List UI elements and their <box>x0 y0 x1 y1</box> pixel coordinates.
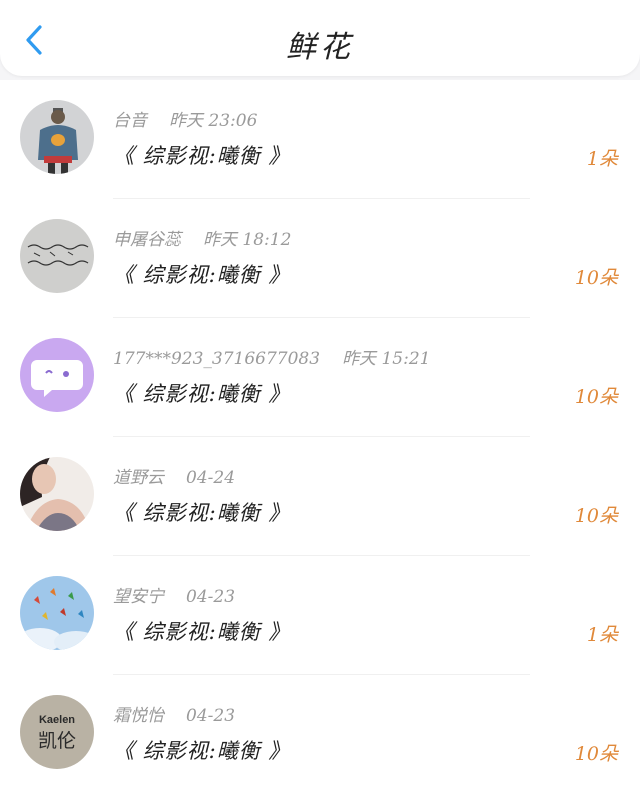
user-avatar[interactable]: Kaelen 凯伦 <box>20 695 94 769</box>
sender-meta: 道野云 04-24 <box>113 463 235 488</box>
list-item[interactable]: 台音 昨天 23:06 《 综影视:曦衡 》 1朵 <box>0 80 640 199</box>
page-title: 鲜花 <box>286 30 354 65</box>
sent-time: 04-24 <box>186 468 236 488</box>
avatar-image: Kaelen 凯伦 <box>20 695 94 769</box>
flower-list: 台音 昨天 23:06 《 综影视:曦衡 》 1朵 申屠谷蕊 昨天 18:12 《 … <box>0 80 640 786</box>
top-bar: 鲜花 <box>0 0 640 76</box>
sent-time: 04-23 <box>186 706 236 726</box>
flower-count: 10朵 <box>574 505 618 527</box>
list-item[interactable]: Kaelen 凯伦 霜悦怡 04-23 《 综影视:曦衡 》 10朵 <box>0 675 640 786</box>
sent-time: 昨天 18:12 <box>203 230 292 250</box>
work-title[interactable]: 《 综影视:曦衡 》 <box>113 259 290 289</box>
sent-time: 04-23 <box>186 587 236 607</box>
list-item[interactable]: 177***923_3716677083 昨天 15:21 《 综影视:曦衡 》 … <box>0 318 640 437</box>
flower-count: 10朵 <box>574 386 618 408</box>
flower-count: 1朵 <box>586 148 618 170</box>
list-item[interactable]: 望安宁 04-23 《 综影视:曦衡 》 1朵 <box>0 556 640 675</box>
sender-name: 道野云 <box>113 468 164 488</box>
flower-count: 10朵 <box>574 267 618 289</box>
sender-meta: 申屠谷蕊 昨天 18:12 <box>113 225 291 250</box>
sender-name: 台音 <box>113 111 147 131</box>
avatar-image <box>20 219 94 293</box>
user-avatar[interactable] <box>20 100 94 174</box>
work-title[interactable]: 《 综影视:曦衡 》 <box>113 140 290 170</box>
user-avatar[interactable] <box>20 338 94 412</box>
user-avatar[interactable] <box>20 219 94 293</box>
sender-meta: 霜悦怡 04-23 <box>113 701 235 726</box>
work-title[interactable]: 《 综影视:曦衡 》 <box>113 378 290 408</box>
flower-count: 1朵 <box>586 624 618 646</box>
work-title[interactable]: 《 综影视:曦衡 》 <box>113 735 290 765</box>
work-title[interactable]: 《 综影视:曦衡 》 <box>113 497 290 527</box>
chat-bubble-icon <box>20 338 94 412</box>
sent-time: 昨天 23:06 <box>169 111 258 131</box>
user-avatar[interactable] <box>20 576 94 650</box>
flower-count: 10朵 <box>574 743 618 765</box>
sender-name: 177***923_3716677083 <box>113 349 321 369</box>
sender-name: 申屠谷蕊 <box>113 230 181 250</box>
work-title[interactable]: 《 综影视:曦衡 》 <box>113 616 290 646</box>
sender-meta: 台音 昨天 23:06 <box>113 106 257 131</box>
sent-time: 昨天 15:21 <box>342 349 431 369</box>
sender-meta: 177***923_3716677083 昨天 15:21 <box>113 344 430 369</box>
avatar-image <box>20 576 94 650</box>
user-avatar[interactable] <box>20 457 94 531</box>
list-item[interactable]: 申屠谷蕊 昨天 18:12 《 综影视:曦衡 》 10朵 <box>0 199 640 318</box>
avatar-text-en: Kaelen <box>39 714 75 726</box>
sender-meta: 望安宁 04-23 <box>113 582 235 607</box>
avatar-text-cn: 凯伦 <box>38 730 76 752</box>
sender-name: 望安宁 <box>113 587 164 607</box>
avatar-image <box>20 100 94 174</box>
sender-name: 霜悦怡 <box>113 706 164 726</box>
avatar-image <box>20 457 94 531</box>
list-item[interactable]: 道野云 04-24 《 综影视:曦衡 》 10朵 <box>0 437 640 556</box>
